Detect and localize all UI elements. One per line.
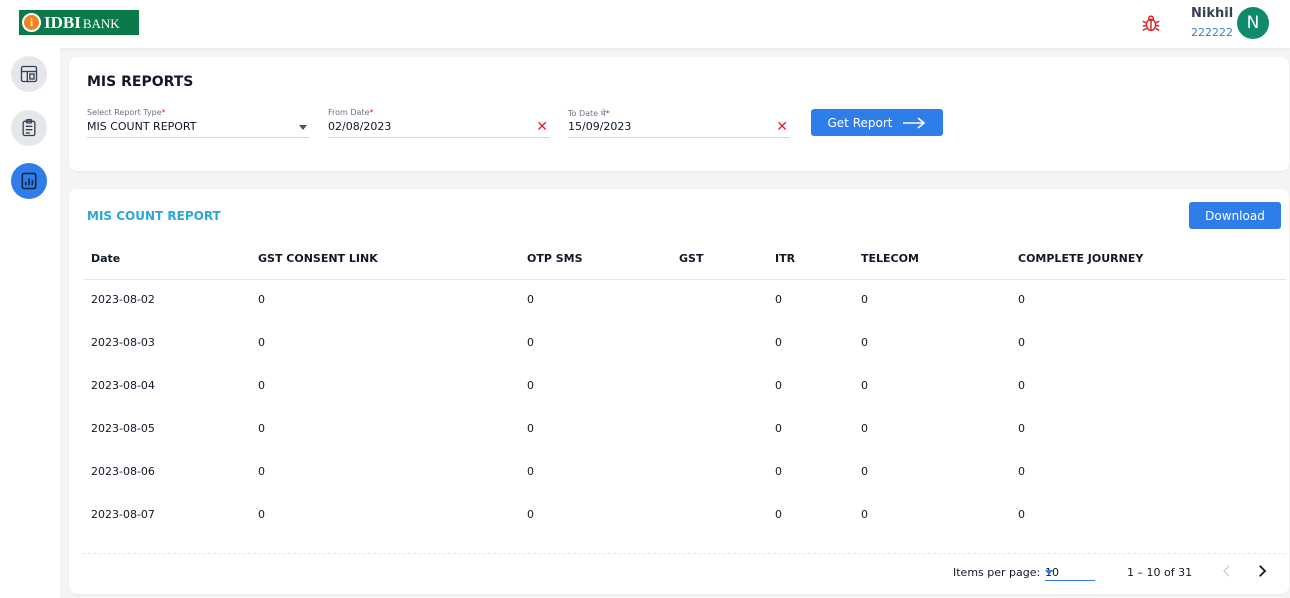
cell-itr: 0 bbox=[775, 336, 782, 349]
cell-date: 2023-08-06 bbox=[91, 465, 155, 478]
table-row: 2023-08-07 0 0 0 0 0 bbox=[83, 495, 1286, 538]
cell-date: 2023-08-02 bbox=[91, 293, 155, 306]
required-mark: * bbox=[161, 108, 166, 117]
report-type-label: Select Report Type bbox=[87, 108, 162, 117]
cell-itr: 0 bbox=[775, 422, 782, 435]
column-header-complete-journey[interactable]: COMPLETE JOURNEY bbox=[1018, 252, 1143, 265]
brand-suffix: BANK bbox=[82, 15, 120, 31]
column-header-telecom[interactable]: TELECOM bbox=[861, 252, 919, 265]
report-section-title: MIS COUNT REPORT bbox=[87, 209, 221, 223]
column-header-itr[interactable]: ITR bbox=[775, 252, 795, 265]
sidebar-item-dashboard[interactable] bbox=[11, 56, 47, 92]
download-button[interactable]: Download bbox=[1189, 202, 1281, 229]
table-row: 2023-08-06 0 0 0 0 0 bbox=[83, 452, 1286, 495]
cell-complete-journey: 0 bbox=[1018, 379, 1025, 392]
column-header-gst-consent-link[interactable]: GST CONSENT LINK bbox=[258, 252, 378, 265]
cell-telecom: 0 bbox=[861, 336, 868, 349]
table-row: 2023-08-02 0 0 0 0 0 bbox=[83, 280, 1286, 323]
brand-name: IDBI bbox=[44, 12, 81, 32]
clear-icon[interactable]: ✕ bbox=[536, 120, 548, 134]
cell-otp-sms: 0 bbox=[527, 379, 534, 392]
table-body: 2023-08-02 0 0 0 0 0 2023-08-03 0 0 0 0 … bbox=[83, 280, 1286, 538]
idbi-logo-mark-icon: i bbox=[22, 13, 41, 32]
cell-itr: 0 bbox=[775, 508, 782, 521]
to-date-field[interactable]: To Date थे* 15/09/2023 ✕ bbox=[568, 108, 790, 138]
clipboard-icon bbox=[22, 119, 36, 137]
from-date-value: 02/08/2023 bbox=[328, 120, 392, 133]
reports-chart-icon bbox=[21, 172, 37, 190]
cell-date: 2023-08-05 bbox=[91, 422, 155, 435]
chevron-down-icon bbox=[1045, 570, 1053, 575]
from-date-label: From Date bbox=[328, 108, 370, 117]
paginator: Items per page: 10 1 – 10 of 31 bbox=[83, 553, 1286, 594]
sidebar-item-reports[interactable] bbox=[11, 163, 47, 199]
report-type-select[interactable]: Select Report Type* MIS COUNT REPORT bbox=[87, 108, 309, 138]
cell-gst-consent-link: 0 bbox=[258, 422, 265, 435]
report-table-card: MIS COUNT REPORT Download Date GST CONSE… bbox=[69, 189, 1289, 594]
idbi-bank-logo[interactable]: i IDBI BANK bbox=[19, 10, 139, 35]
cell-telecom: 0 bbox=[861, 422, 868, 435]
table-header: Date GST CONSENT LINK OTP SMS GST ITR TE… bbox=[83, 241, 1286, 280]
cell-gst-consent-link: 0 bbox=[258, 465, 265, 478]
cell-complete-journey: 0 bbox=[1018, 508, 1025, 521]
cell-gst-consent-link: 0 bbox=[258, 508, 265, 521]
cell-telecom: 0 bbox=[861, 465, 868, 478]
page-range-label: 1 – 10 of 31 bbox=[1127, 566, 1193, 579]
cell-complete-journey: 0 bbox=[1018, 422, 1025, 435]
sidebar-item-clipboard[interactable] bbox=[11, 110, 47, 146]
bug-report-icon[interactable] bbox=[1140, 12, 1162, 34]
column-header-gst[interactable]: GST bbox=[679, 252, 703, 265]
cell-otp-sms: 0 bbox=[527, 293, 534, 306]
cell-otp-sms: 0 bbox=[527, 508, 534, 521]
previous-page-icon[interactable] bbox=[1218, 562, 1236, 580]
cell-itr: 0 bbox=[775, 465, 782, 478]
report-type-value: MIS COUNT REPORT bbox=[87, 120, 197, 133]
report-filter-card: MIS REPORTS Select Report Type* MIS COUN… bbox=[69, 57, 1289, 171]
cell-telecom: 0 bbox=[861, 508, 868, 521]
user-avatar[interactable]: N bbox=[1237, 7, 1269, 39]
dashboard-icon bbox=[20, 65, 38, 83]
cell-itr: 0 bbox=[775, 293, 782, 306]
cell-date: 2023-08-04 bbox=[91, 379, 155, 392]
cell-date: 2023-08-07 bbox=[91, 508, 155, 521]
items-per-page-select[interactable]: 10 bbox=[1045, 563, 1095, 581]
cell-complete-journey: 0 bbox=[1018, 465, 1025, 478]
table-row: 2023-08-05 0 0 0 0 0 bbox=[83, 409, 1286, 452]
chevron-down-icon[interactable] bbox=[299, 125, 307, 130]
table-row: 2023-08-03 0 0 0 0 0 bbox=[83, 323, 1286, 366]
cell-otp-sms: 0 bbox=[527, 422, 534, 435]
from-date-field[interactable]: From Date* 02/08/2023 ✕ bbox=[328, 108, 550, 138]
top-header: i IDBI BANK Nikhil 222222 N bbox=[0, 0, 1290, 48]
column-header-otp-sms[interactable]: OTP SMS bbox=[527, 252, 583, 265]
clear-icon[interactable]: ✕ bbox=[776, 120, 788, 134]
required-mark: * bbox=[369, 108, 374, 117]
to-date-value: 15/09/2023 bbox=[568, 120, 632, 133]
cell-gst-consent-link: 0 bbox=[258, 293, 265, 306]
cell-telecom: 0 bbox=[861, 379, 868, 392]
page-title: MIS REPORTS bbox=[87, 74, 194, 90]
arrow-right-icon bbox=[903, 116, 926, 129]
column-header-date[interactable]: Date bbox=[91, 252, 120, 265]
get-report-label: Get Report bbox=[827, 115, 893, 130]
next-page-icon[interactable] bbox=[1253, 562, 1271, 580]
sidebar bbox=[0, 48, 60, 598]
cell-complete-journey: 0 bbox=[1018, 293, 1025, 306]
cell-itr: 0 bbox=[775, 379, 782, 392]
cell-gst-consent-link: 0 bbox=[258, 336, 265, 349]
cell-otp-sms: 0 bbox=[527, 465, 534, 478]
table-row: 2023-08-04 0 0 0 0 0 bbox=[83, 366, 1286, 409]
cell-otp-sms: 0 bbox=[527, 336, 534, 349]
cell-complete-journey: 0 bbox=[1018, 336, 1025, 349]
cell-gst-consent-link: 0 bbox=[258, 379, 265, 392]
get-report-button[interactable]: Get Report bbox=[811, 109, 943, 136]
user-name: Nikhil bbox=[1191, 6, 1234, 21]
cell-date: 2023-08-03 bbox=[91, 336, 155, 349]
user-id: 222222 bbox=[1191, 26, 1233, 39]
to-date-label: To Date थे bbox=[568, 109, 606, 118]
items-per-page-label: Items per page: bbox=[953, 566, 1041, 579]
required-mark: * bbox=[605, 109, 610, 118]
cell-telecom: 0 bbox=[861, 293, 868, 306]
